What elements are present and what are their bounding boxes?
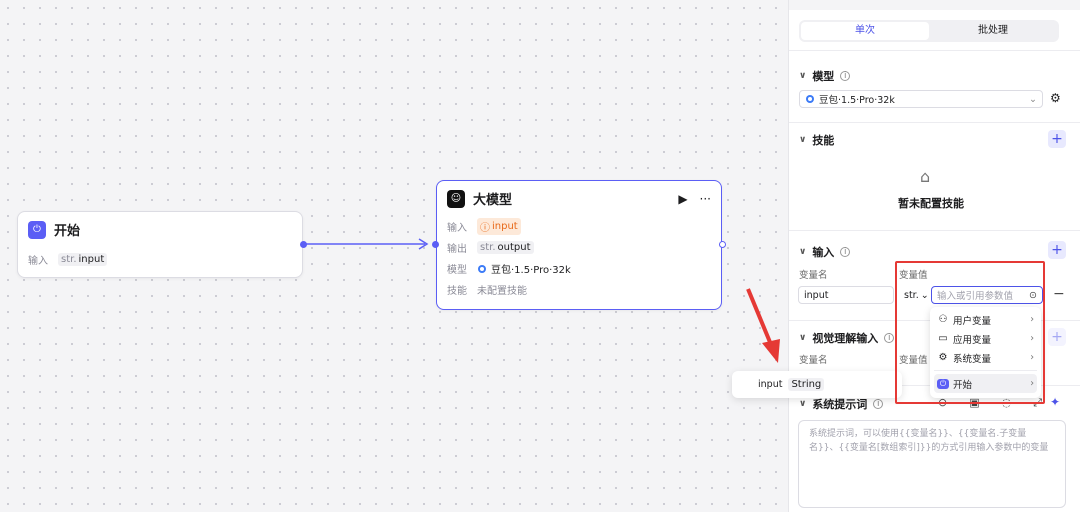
more-icon[interactable]: ··· — [700, 192, 711, 206]
llm-output-port[interactable] — [719, 241, 726, 248]
output-variable-tag: str. output — [477, 241, 534, 254]
model-select[interactable]: 豆包·1.5·Pro·32k ⌄ — [799, 90, 1043, 108]
var-name-input[interactable]: input — [798, 286, 894, 304]
skills-empty-text: 暂未配置技能 — [898, 197, 964, 210]
system-prompt-textarea[interactable]: 系统提示词，可以使用{{变量名}}、{{变量名.子变量名}}、{{变量名[数组索… — [798, 420, 1066, 508]
input-label: 输入 — [447, 223, 467, 234]
start-output-port[interactable] — [300, 241, 307, 248]
tab-single[interactable]: 单次 — [801, 22, 929, 40]
var-name-header: 变量名 — [799, 270, 828, 281]
add-skill-button[interactable]: + — [1048, 130, 1066, 148]
info-icon: i — [840, 247, 851, 257]
node-config-panel: 单次 批处理 ∨ 模型 i 豆包·1.5·Pro·32k ⌄ ⚙ ∨ 技能 + … — [788, 0, 1080, 512]
ref-variable-name: input — [758, 379, 783, 390]
highlight-box — [895, 261, 1045, 404]
chevron-down-icon: ∨ — [799, 135, 807, 145]
remove-input-icon[interactable]: − — [1053, 286, 1065, 302]
chevron-down-icon: ∨ — [799, 333, 807, 343]
red-arrow-annotation — [746, 288, 780, 363]
empty-box-icon: ⌂ — [920, 167, 931, 186]
input-label: 输入 — [28, 256, 48, 267]
model-value: 豆包·1.5·Pro·32k — [491, 265, 571, 276]
start-node-title: 开始 — [54, 224, 81, 239]
run-icon[interactable]: ▶ — [678, 192, 687, 206]
input-variable-tag: str. input — [58, 253, 108, 266]
input-warning-tag: ⓘ input — [477, 218, 521, 235]
system-prompt-header[interactable]: ∨ 系统提示词 i — [799, 396, 884, 412]
settings-gear-icon[interactable]: ⚙ — [1050, 91, 1061, 105]
model-section-header[interactable]: ∨ 模型 i — [799, 68, 851, 84]
model-label: 模型 — [447, 265, 467, 276]
ai-sparkle-icon[interactable]: ✦ — [1050, 395, 1060, 409]
doubao-icon — [478, 264, 486, 273]
llm-input-port[interactable] — [432, 241, 439, 248]
chevron-down-icon: ∨ — [799, 247, 807, 257]
llm-node-title: 大模型 — [473, 193, 513, 208]
skill-value: 未配置技能 — [477, 286, 527, 297]
chevron-down-icon: ∨ — [799, 71, 807, 81]
warning-icon: ⓘ — [480, 223, 490, 234]
input-section-header[interactable]: ∨ 输入 i — [799, 244, 851, 260]
skills-section-header[interactable]: ∨ 技能 — [799, 132, 834, 148]
vision-section-header[interactable]: ∨ 视觉理解输入 i — [799, 330, 895, 346]
add-input-button[interactable]: + — [1048, 241, 1066, 259]
start-node-icon: ⏻ — [28, 220, 46, 239]
start-node[interactable]: ⏻ 开始 输入 str. input — [17, 211, 303, 278]
run-mode-tabs: 单次 批处理 — [799, 20, 1059, 42]
info-icon: i — [884, 333, 895, 343]
reference-variable-popup[interactable]: input String — [732, 371, 902, 398]
output-label: 输出 — [447, 244, 467, 255]
info-icon: i — [873, 399, 884, 409]
llm-node[interactable]: ☺ 大模型 ▶ ··· 输入 ⓘ input 输出 str. output 模型 豆… — [436, 180, 722, 310]
ref-variable-type: String — [788, 378, 825, 391]
chevron-down-icon: ⌄ — [1029, 93, 1037, 105]
vision-var-name-header: 变量名 — [799, 355, 828, 366]
add-vision-input-button[interactable]: + — [1048, 328, 1066, 346]
llm-node-icon: ☺ — [447, 189, 465, 208]
doubao-icon — [806, 95, 814, 103]
tab-batch[interactable]: 批处理 — [929, 22, 1057, 40]
info-icon: i — [840, 71, 851, 81]
skill-label: 技能 — [447, 286, 467, 297]
chevron-down-icon: ∨ — [799, 399, 807, 409]
